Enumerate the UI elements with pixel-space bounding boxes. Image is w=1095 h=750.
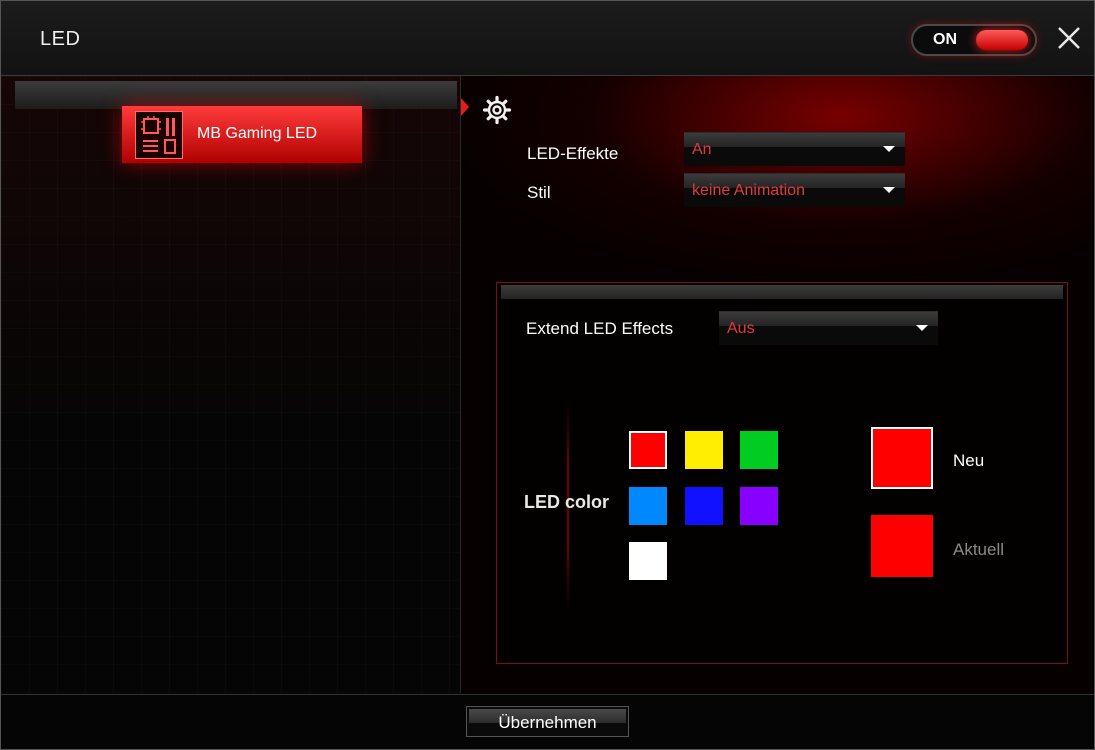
new-color-preview (871, 427, 933, 489)
style-label: Stil (527, 183, 551, 202)
extend-led-effects-label: Extend LED Effects (526, 319, 674, 338)
led-effects-value: An (692, 141, 712, 158)
toggle-knob (976, 30, 1028, 50)
apply-button[interactable]: Übernehmen (466, 706, 629, 737)
extend-led-effects-dropdown[interactable]: Aus (719, 311, 938, 345)
panel-header-bar (15, 81, 457, 109)
led-effects-dropdown[interactable]: An (684, 132, 905, 166)
new-color-label: Neu (953, 451, 985, 470)
style-dropdown[interactable]: keine Animation (684, 173, 905, 207)
color-swatch-yellow[interactable] (685, 431, 723, 469)
led-effects-label: LED-Effekte (527, 144, 619, 163)
selection-arrow (461, 98, 469, 116)
chevron-down-icon (883, 187, 895, 193)
title-bar: LED ON (1, 1, 1094, 76)
color-swatch-green[interactable] (740, 431, 778, 469)
led-color-label: LED color (524, 492, 610, 512)
power-toggle-label: ON (933, 31, 957, 48)
apply-button-label: Übernehmen (498, 712, 597, 732)
device-list-panel: MB Gaming LED (1, 76, 461, 693)
close-icon[interactable] (1054, 23, 1084, 53)
color-swatch-white[interactable] (629, 542, 667, 580)
window-title: LED (40, 28, 81, 50)
device-item-label: MB Gaming LED (197, 125, 318, 142)
color-swatch-blue[interactable] (685, 487, 723, 525)
style-value: keine Animation (692, 182, 805, 199)
current-color-label: Aktuell (953, 540, 1005, 559)
box-header-bar (501, 285, 1063, 299)
device-item-mb-gaming-led[interactable]: MB Gaming LED (122, 106, 362, 163)
chevron-down-icon (916, 325, 928, 331)
power-toggle[interactable]: ON (911, 24, 1037, 56)
gear-icon (482, 95, 512, 125)
current-color-preview (871, 515, 933, 577)
extend-led-effects-value: Aus (727, 320, 755, 337)
color-swatch-purple[interactable] (740, 487, 778, 525)
color-swatch-light-blue[interactable] (629, 487, 667, 525)
color-swatch-red[interactable] (629, 431, 667, 469)
motherboard-icon (135, 111, 183, 159)
led-window: LED ON MB Gaming LED LED-Effekte An Stil… (0, 0, 1095, 750)
chevron-down-icon (883, 146, 895, 152)
